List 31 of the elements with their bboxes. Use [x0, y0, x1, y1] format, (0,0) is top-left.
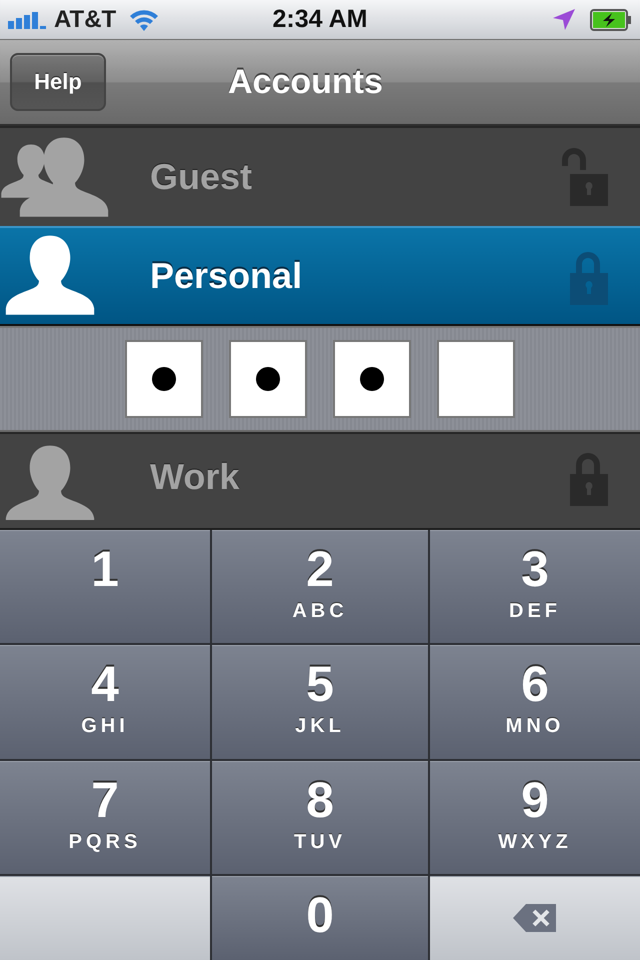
keypad-key[interactable]: 5 JKL: [212, 645, 428, 758]
backspace-icon: [512, 902, 558, 933]
keypad-key[interactable]: 6 MNO: [430, 645, 640, 758]
pin-digit-field[interactable]: [125, 340, 203, 418]
pin-dot-icon: [360, 367, 384, 391]
keypad-key[interactable]: 7 PQRS: [0, 760, 210, 874]
signal-icon: [8, 10, 48, 28]
account-row[interactable]: Personal: [0, 226, 640, 326]
keypad-key[interactable]: 2 ABC: [212, 530, 428, 644]
keypad-key[interactable]: 3 DEF: [430, 530, 640, 644]
screen-title: Accounts: [228, 62, 383, 102]
location-arrow-icon: [552, 8, 576, 32]
delete-key[interactable]: [430, 876, 640, 960]
account-name: Guest: [150, 156, 254, 198]
clock-time: 2:34 AM: [272, 5, 368, 34]
keypad-key[interactable]: 0: [212, 876, 428, 960]
help-button[interactable]: Help: [10, 53, 106, 111]
pin-dot-icon: [256, 367, 280, 391]
pin-digit-field[interactable]: [229, 340, 307, 418]
keypad-key[interactable]: 4 GHI: [0, 645, 210, 758]
account-row[interactable]: Work: [0, 432, 640, 520]
keypad-key[interactable]: 1: [0, 530, 210, 644]
keypad-key[interactable]: 9 WXYZ: [430, 760, 640, 874]
pin-digit-field[interactable]: [333, 340, 411, 418]
pin-dot-icon: [152, 367, 176, 391]
keypad-key[interactable]: 8 TUV: [212, 760, 428, 874]
carrier-name: AT&T: [54, 6, 116, 34]
account-name: Work: [150, 456, 240, 498]
account-name: Personal: [150, 255, 304, 297]
pin-digit-field[interactable]: [437, 340, 515, 418]
battery-icon: [590, 8, 632, 30]
